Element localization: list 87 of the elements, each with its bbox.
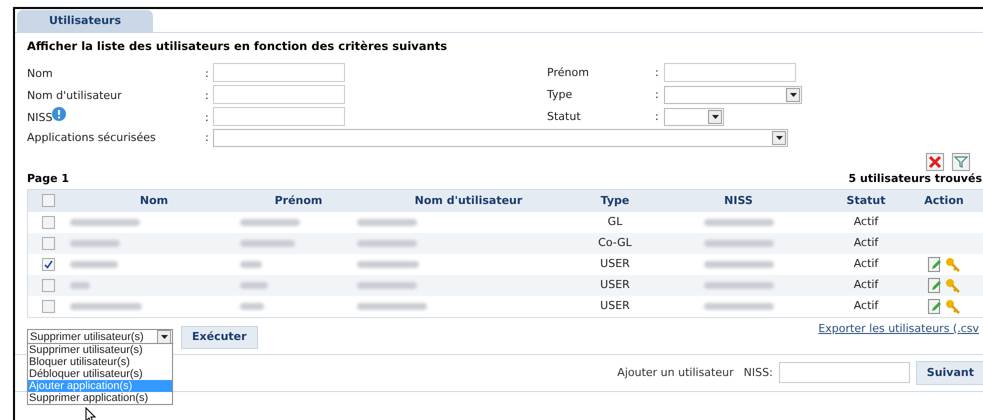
menu-item[interactable]: Supprimer utilisateur(s): [28, 344, 172, 356]
blurred-text: [704, 240, 774, 247]
blurred-text: [357, 260, 419, 268]
blurred-text: [357, 302, 427, 310]
key-icon[interactable]: [945, 256, 960, 272]
edit-icon[interactable]: [928, 278, 942, 293]
blurred-text: [240, 282, 268, 289]
table-cell-text: Actif: [852, 298, 880, 314]
column-header: Action: [923, 192, 965, 208]
checkbox[interactable]: [42, 216, 54, 229]
blurred-text: [70, 240, 120, 247]
blurred-text: [704, 302, 774, 310]
column-header: Statut: [846, 192, 886, 208]
result-count: 5 utilisateurs trouvés: [848, 171, 982, 188]
blurred-text: [704, 282, 774, 289]
checkbox[interactable]: [42, 300, 54, 313]
field-label: Applications sécurisées: [27, 130, 157, 146]
checkbox[interactable]: [42, 236, 54, 250]
colon: :: [655, 86, 660, 102]
dropdown-field[interactable]: [664, 86, 802, 104]
menu-item[interactable]: Supprimer application(s): [28, 392, 172, 404]
colon: :: [205, 88, 210, 104]
menu-item[interactable]: Débloquer utilisateur(s): [28, 368, 172, 380]
text-field[interactable]: [213, 63, 345, 82]
dropdown-field[interactable]: [664, 108, 724, 126]
key-icon[interactable]: [945, 278, 960, 293]
column-header: Nom: [138, 192, 170, 208]
field-label: NISS: [27, 110, 52, 126]
execute-button[interactable]: Exécuter: [181, 326, 258, 349]
edit-icon[interactable]: [928, 298, 942, 314]
niss-label: NISS:: [744, 364, 773, 380]
blurred-text: [240, 302, 264, 310]
dropdown-field[interactable]: [213, 129, 788, 148]
tab[interactable]: Utilisateurs: [17, 10, 153, 32]
blurred-text: [357, 240, 417, 247]
checkbox[interactable]: [42, 278, 54, 292]
table-cell-text: USER: [599, 256, 631, 272]
section-heading: Afficher la liste des utilisateurs en fonction des critères suivants: [27, 38, 448, 55]
text-field[interactable]: [213, 85, 345, 104]
info-icon: [52, 107, 66, 122]
clear-filter-icon[interactable]: [926, 153, 944, 172]
menu-item[interactable]: Bloquer utilisateur(s): [28, 356, 172, 368]
table-cell-text: Actif: [852, 256, 880, 272]
blurred-text: [240, 260, 262, 268]
blurred-text: [357, 218, 417, 226]
table-cell-text: Actif: [852, 214, 880, 230]
table-cell-text: GL: [606, 214, 624, 230]
field-label: Statut: [547, 108, 582, 124]
blurred-text: [357, 282, 417, 289]
column-header: Nom d'utilisateur: [414, 192, 524, 208]
table-cell-text: Actif: [852, 235, 880, 251]
table-cell-text: USER: [599, 277, 631, 293]
niss-field[interactable]: [778, 362, 910, 384]
field-label: Nom: [27, 66, 53, 82]
column-header: Prénom: [274, 192, 324, 208]
checkbox[interactable]: [42, 194, 54, 208]
colon: :: [205, 110, 210, 126]
text-field[interactable]: [213, 107, 345, 126]
field-label: Prénom: [547, 64, 590, 80]
add-user-label: Ajouter un utilisateur: [617, 364, 734, 380]
table-cell-text: Co-GL: [597, 235, 633, 251]
text-field[interactable]: [664, 63, 796, 82]
blurred-text: [704, 218, 774, 226]
next-button[interactable]: Suivant: [916, 360, 983, 385]
colon: :: [205, 66, 210, 82]
edit-icon[interactable]: [928, 256, 942, 272]
field-label: Nom d'utilisateur: [27, 88, 122, 104]
column-header: Type: [600, 192, 630, 208]
blurred-text: [704, 260, 774, 268]
export-link[interactable]: Exporter les utilisateurs (.csv: [818, 320, 979, 338]
colon: :: [655, 108, 660, 124]
blurred-text: [240, 240, 295, 247]
blurred-text: [70, 218, 140, 226]
table-cell-text: USER: [599, 298, 631, 314]
blurred-text: [70, 302, 142, 310]
blurred-text: [70, 260, 118, 268]
colon: :: [655, 64, 660, 80]
blurred-text: [70, 282, 90, 289]
page-label: Page 1: [27, 171, 70, 188]
key-icon[interactable]: [945, 298, 960, 314]
table-cell-text: Actif: [852, 277, 880, 293]
colon: :: [205, 130, 210, 146]
field-label: Type: [547, 86, 574, 102]
column-header: NISS: [723, 192, 754, 208]
checkbox[interactable]: [42, 258, 54, 271]
blurred-text: [240, 218, 300, 226]
filter-icon[interactable]: [952, 153, 970, 172]
